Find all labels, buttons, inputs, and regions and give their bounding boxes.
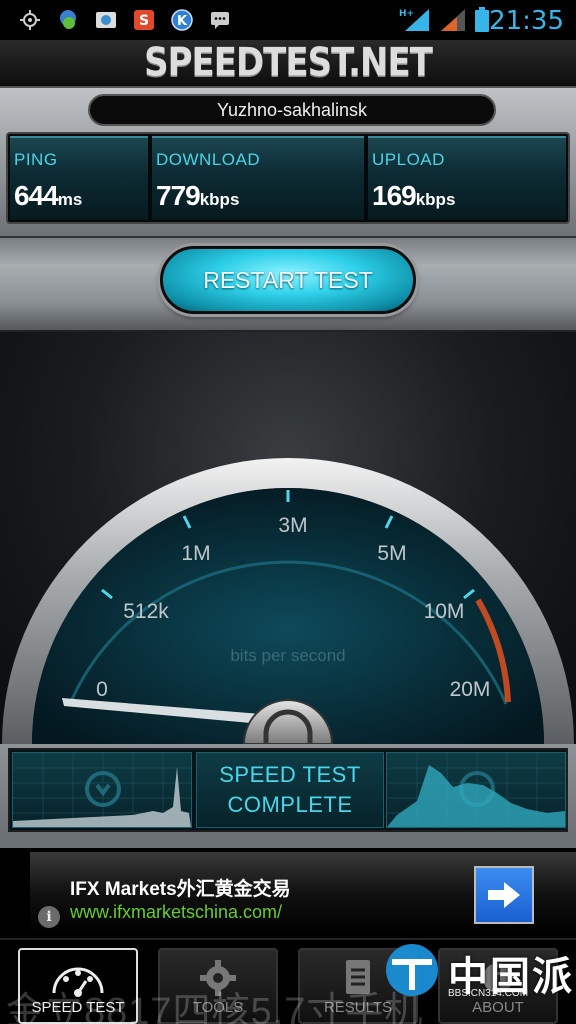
status-time: 21:35 [489,6,564,36]
upload-label: UPLOAD [372,150,445,169]
gauge-tick-512k: 512k [123,600,169,623]
svg-text:H+: H+ [399,9,414,19]
upload-graph [386,752,566,828]
messenger-icon [56,8,80,32]
complete-line-1: SPEED TEST [219,762,361,787]
upload-stat: UPLOAD 169kbps [368,136,566,220]
download-stat: DOWNLOAD 779kbps [152,136,364,220]
ping-unit: ms [57,190,83,209]
gauge-tick-0: 0 [96,678,108,701]
status-bar: S K H+ 21:35 [0,0,576,40]
download-unit: kbps [199,190,240,209]
bottom-nav: SPEED TEST TOOLS RESULTS ABOUT [0,938,576,1024]
app-s-icon: S [132,8,156,32]
graph-inner: SPEED TEST COMPLETE [8,748,568,832]
restart-test-button[interactable]: RESTART TEST [160,246,416,314]
restart-band: RESTART TEST [0,236,576,332]
ping-label: PING [14,150,58,169]
gauge-tick-1m: 1M [181,542,210,565]
gauge-unit-label: bits per second [230,646,345,665]
upload-unit: kbps [415,190,456,209]
tab-speed-test-label: SPEED TEST [31,999,125,1016]
ad-arrow-button[interactable] [474,866,534,924]
signal-icon: H+ [398,8,432,32]
stats-box: PING 644ms DOWNLOAD 779kbps UPLOAD 169kb… [6,132,570,224]
ping-value-wrap: 644ms [14,180,82,212]
gps-icon [18,8,42,32]
speedometer-icon [20,958,136,998]
gallery-icon [94,8,118,32]
info-panel: Yuzhno-sakhalinsk PING 644ms DOWNLOAD 77… [0,88,576,236]
gauge-dial: 0 512k 1M 3M 5M 10M 20M bits per second [2,458,574,744]
gear-icon [160,958,276,998]
gauge-tick-10m: 10M [424,600,465,623]
download-value-wrap: 779kbps [156,180,239,212]
app-header: SPEEDTEST.NET [0,40,576,88]
test-complete-status: SPEED TEST COMPLETE [196,752,384,828]
upload-value: 169 [372,180,417,211]
ad-title[interactable]: IFX Markets外汇黄金交易 [70,874,291,901]
ping-value: 644 [14,180,59,211]
ad-url[interactable]: www.ifxmarketschina.com/ [70,902,282,923]
complete-line-2: COMPLETE [227,792,353,817]
download-graph [12,752,192,828]
info-icon [440,958,556,998]
signal-2-icon [438,8,468,32]
tab-tools-label: TOOLS [192,999,244,1016]
document-icon [300,958,416,998]
svg-text:S: S [139,13,149,29]
upload-value-wrap: 169kbps [372,180,455,212]
tab-results[interactable]: RESULTS [298,948,418,1024]
ping-stat: PING 644ms [10,136,148,220]
tab-results-label: RESULTS [323,999,393,1016]
server-name[interactable]: Yuzhno-sakhalinsk [88,94,496,126]
chat-icon [208,8,232,32]
download-label: DOWNLOAD [156,150,261,169]
k-app-icon: K [170,8,194,32]
tab-about-label: ABOUT [472,999,524,1016]
tab-speed-test[interactable]: SPEED TEST [18,948,138,1024]
arrow-right-icon [488,882,520,908]
download-graph-line [13,767,191,827]
ad-info-icon[interactable]: i [38,906,60,928]
tab-tools[interactable]: TOOLS [158,948,278,1024]
gauge-tick-3m: 3M [278,514,307,537]
graph-panel: SPEED TEST COMPLETE [0,744,576,836]
gauge-tick-20m: 20M [450,678,491,701]
download-value: 779 [156,180,201,211]
svg-text:K: K [177,14,188,29]
gauge-tick-5m: 5M [377,542,406,565]
tab-about[interactable]: ABOUT [438,948,558,1024]
app-logo: SPEEDTEST.NET [144,40,433,86]
speed-gauge: 0 512k 1M 3M 5M 10M 20M bits per second [0,332,576,744]
